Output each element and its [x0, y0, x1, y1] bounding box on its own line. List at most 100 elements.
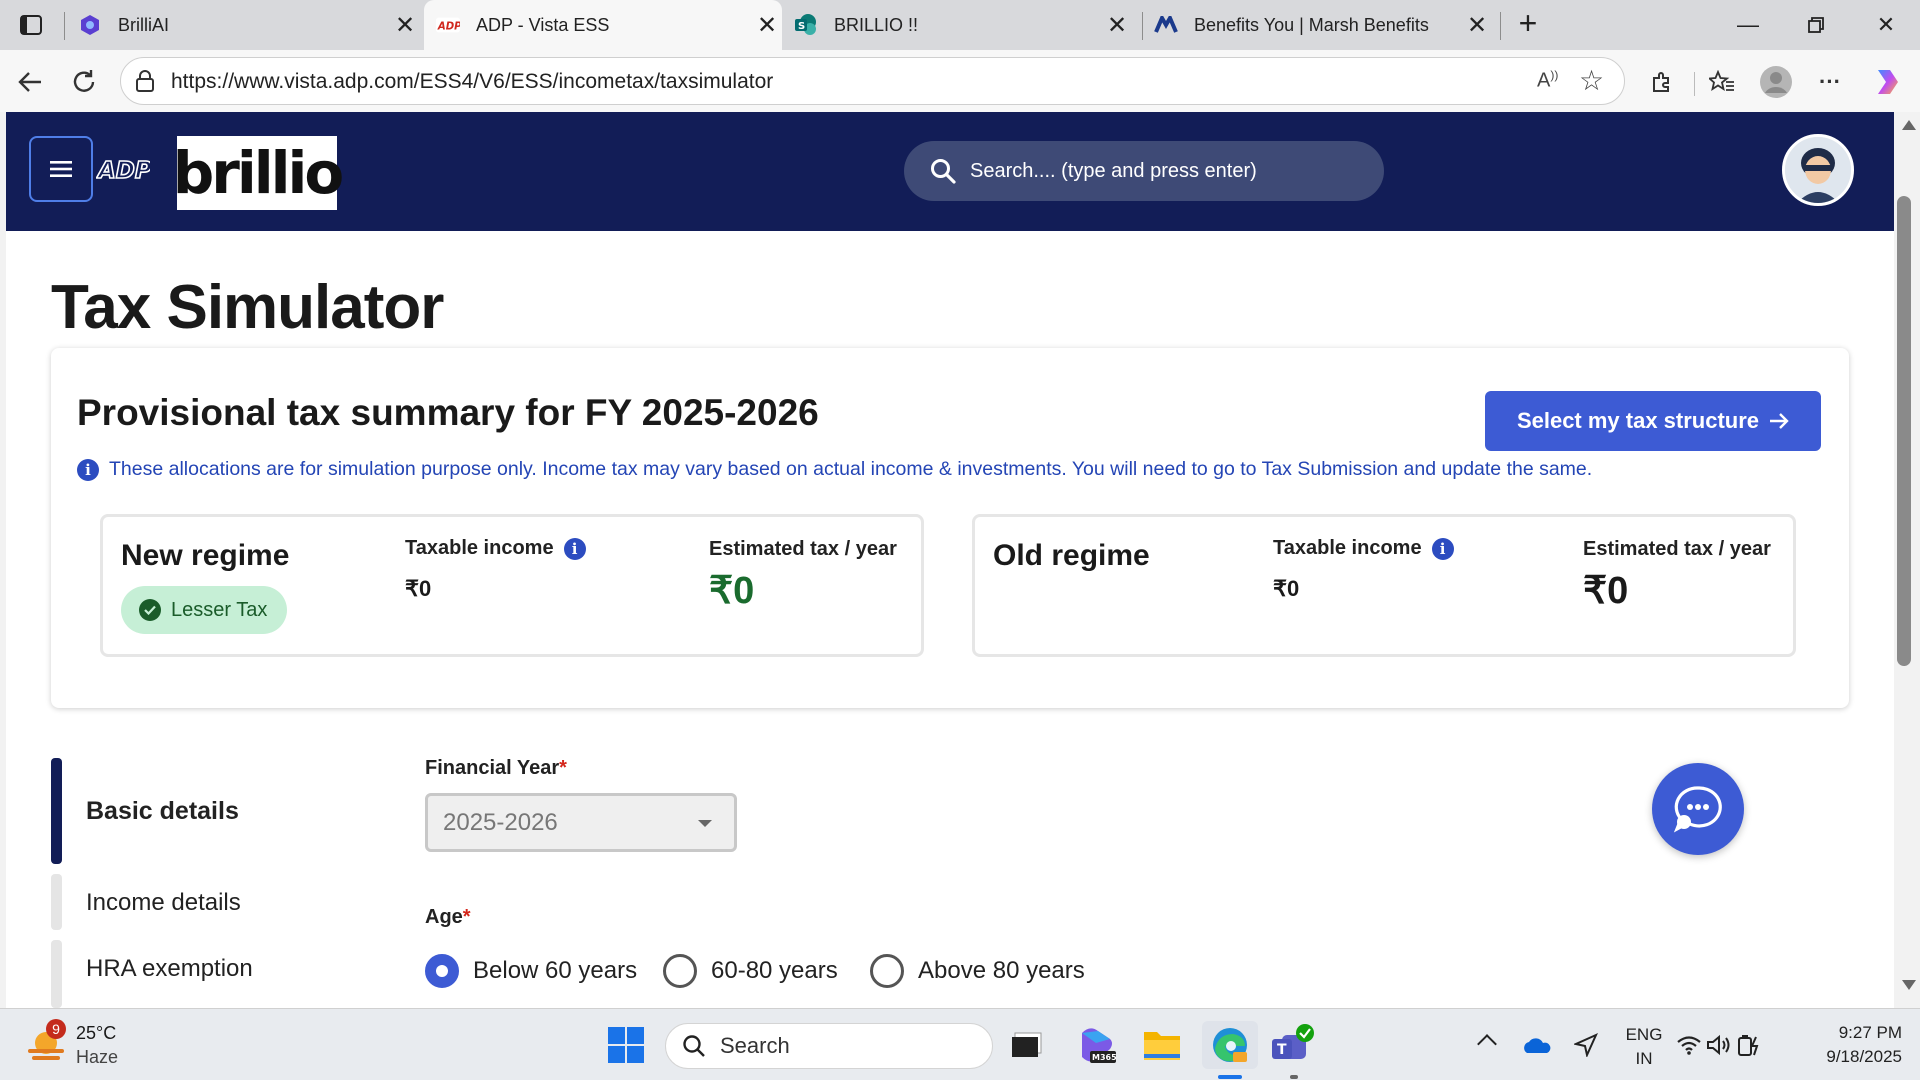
close-tab-icon[interactable]: ✕ [390, 11, 420, 40]
tab-brilliai[interactable]: BrilliAI ✕ [76, 0, 420, 50]
estimated-tax-value: ₹0 [709, 570, 755, 612]
radio-label: Above 80 years [918, 957, 1085, 984]
favorite-star-icon[interactable]: ☆ [1579, 64, 1604, 97]
radio-label: Below 60 years [473, 957, 638, 984]
age-radio-above-80[interactable]: Above 80 years [870, 954, 1085, 988]
lock-icon[interactable] [135, 70, 155, 97]
show-hidden-icons-chevron[interactable] [1477, 1034, 1497, 1054]
volume-icon[interactable] [1704, 1021, 1734, 1069]
profile-icon[interactable] [1756, 62, 1796, 102]
back-button[interactable] [10, 62, 50, 102]
age-radio-60-80[interactable]: 60-80 years [663, 954, 838, 988]
step-basic-details[interactable]: Basic details [86, 797, 239, 826]
address-bar[interactable]: https://www.vista.adp.com/ESS4/V6/ESS/in… [120, 57, 1625, 105]
taxable-income-value: ₹0 [1273, 576, 1300, 601]
age-label: Age* [425, 906, 471, 929]
weather-temperature: 25°C [76, 1023, 117, 1043]
tab-adp-vista-ess[interactable]: ADP ADP - Vista ESS ✕ [424, 0, 782, 50]
user-avatar[interactable] [1782, 134, 1854, 206]
taskbar-search[interactable]: Search [665, 1023, 993, 1069]
adp-logo: ADP [96, 157, 150, 184]
financial-year-label: Financial Year* [425, 757, 567, 780]
step-hra-exemption[interactable]: HRA exemption [86, 955, 253, 983]
tab-brillio[interactable]: S BRILLIO !! ✕ [792, 0, 1132, 50]
brillio-logo: brillio [173, 136, 344, 210]
read-aloud-icon[interactable]: A)) [1537, 68, 1558, 93]
search-placeholder: Search.... (type and press enter) [970, 159, 1257, 182]
close-tab-icon[interactable]: ✕ [1462, 11, 1492, 40]
radio-unselected[interactable] [870, 954, 904, 988]
lesser-tax-label: Lesser Tax [171, 598, 268, 621]
start-button[interactable] [602, 1021, 650, 1069]
app-header: ADP brillio Search.... (type and press e… [6, 112, 1894, 231]
age-radio-below-60[interactable]: Below 60 years [425, 954, 637, 988]
lesser-tax-badge: Lesser Tax [121, 586, 287, 634]
check-circle-icon [139, 599, 161, 621]
battery-icon[interactable] [1734, 1021, 1764, 1069]
info-icon[interactable]: i [563, 537, 586, 560]
close-tab-icon[interactable]: ✕ [1102, 11, 1132, 40]
caret-down-icon [698, 820, 712, 827]
edge-app[interactable] [1202, 1021, 1258, 1069]
scroll-down-arrow-icon[interactable] [1902, 980, 1916, 990]
taxable-income-label: Taxable income i [405, 537, 586, 560]
file-explorer-app[interactable] [1138, 1021, 1186, 1069]
close-window-button[interactable]: ✕ [1858, 8, 1914, 42]
clock-time: 9:27 PM [1838, 1023, 1902, 1042]
chat-assistant-button[interactable] [1652, 763, 1744, 855]
global-search-input[interactable]: Search.... (type and press enter) [904, 141, 1384, 201]
teams-app[interactable]: T [1268, 1021, 1316, 1069]
copilot-icon[interactable] [1868, 62, 1908, 102]
estimated-tax-label: Estimated tax / year [709, 538, 897, 560]
regime-name: Old regime [993, 539, 1150, 572]
url-text: https://www.vista.adp.com/ESS4/V6/ESS/in… [171, 70, 774, 93]
tab-title: ADP - Vista ESS [476, 14, 610, 35]
restore-button[interactable] [1788, 8, 1844, 42]
radio-selected[interactable] [425, 954, 459, 988]
clock[interactable]: 9:27 PM 9/18/2025 [1790, 1021, 1902, 1069]
select-tax-structure-button[interactable]: Select my tax structure [1485, 391, 1821, 451]
old-regime-card[interactable]: Old regime Taxable income i ₹0 Estimated… [972, 514, 1796, 657]
edge-browser-icon [1213, 1028, 1247, 1062]
taxable-income-text: Taxable income [405, 537, 554, 559]
simulation-notice-text: These allocations are for simulation pur… [109, 458, 1593, 480]
radio-unselected[interactable] [663, 954, 697, 988]
favorites-icon[interactable] [1702, 62, 1742, 102]
regime-name: New regime [121, 539, 290, 572]
tab-actions-icon[interactable] [18, 12, 44, 38]
task-view-button[interactable] [1003, 1021, 1051, 1069]
financial-year-select[interactable]: 2025-2026 [425, 793, 737, 852]
required-mark: * [559, 757, 567, 779]
send-location-icon[interactable] [1562, 1021, 1610, 1069]
onedrive-icon[interactable] [1512, 1021, 1560, 1069]
minimize-button[interactable]: — [1720, 8, 1776, 42]
tab-title: BrilliAI [118, 14, 170, 35]
browser-tab-strip: BrilliAI ✕ ADP ADP - Vista ESS ✕ S BRILL… [0, 0, 1920, 50]
info-icon[interactable]: i [1431, 537, 1454, 560]
svg-text:S: S [798, 21, 805, 32]
running-app-indicator [1290, 1075, 1298, 1079]
chat-bubble-icon [1673, 786, 1722, 833]
simulation-notice: i These allocations are for simulation p… [77, 458, 1592, 481]
close-tab-icon[interactable]: ✕ [752, 11, 782, 40]
m365-app[interactable]: M365 [1072, 1021, 1120, 1069]
wifi-icon[interactable] [1674, 1021, 1704, 1069]
language-code: ENG [1625, 1025, 1663, 1044]
language-indicator[interactable]: ENG IN [1620, 1023, 1668, 1071]
extensions-icon[interactable] [1642, 62, 1682, 102]
arrow-right-icon [1769, 412, 1789, 430]
weather-widget[interactable]: 9 25°C Haze [26, 1019, 146, 1071]
hamburger-menu-button[interactable] [29, 136, 93, 202]
taxable-income-text: Taxable income [1273, 537, 1422, 559]
new-tab-button[interactable]: + [1512, 7, 1544, 40]
refresh-button[interactable] [64, 62, 104, 102]
adp-favicon: ADP [436, 13, 460, 37]
tab-marsh-benefits[interactable]: Benefits You | Marsh Benefits ✕ [1150, 0, 1492, 50]
new-regime-card[interactable]: New regime Lesser Tax Taxable income i ₹… [100, 514, 924, 657]
scroll-up-arrow-icon[interactable] [1902, 120, 1916, 130]
scrollbar-thumb[interactable] [1897, 196, 1911, 666]
step-income-details[interactable]: Income details [86, 889, 241, 917]
estimated-tax-label: Estimated tax / year [1583, 538, 1771, 560]
svg-text:ADP: ADP [437, 22, 460, 33]
more-menu-icon[interactable]: ··· [1810, 62, 1850, 102]
